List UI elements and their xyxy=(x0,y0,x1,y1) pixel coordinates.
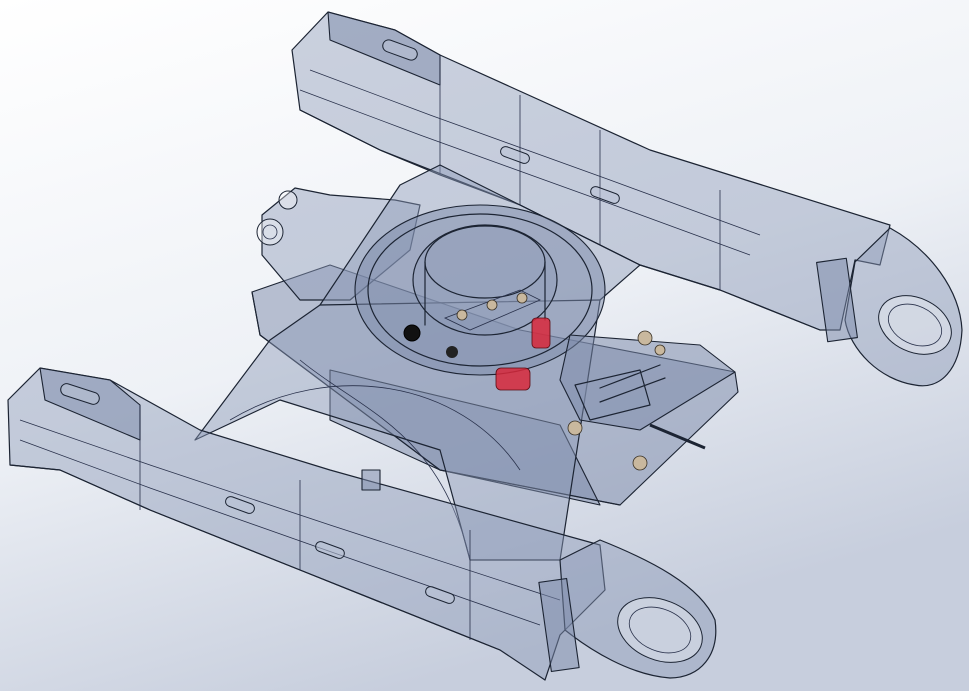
cad-viewport[interactable] xyxy=(0,0,969,691)
chassis-model[interactable] xyxy=(0,0,969,691)
mount-bracket xyxy=(361,469,381,491)
